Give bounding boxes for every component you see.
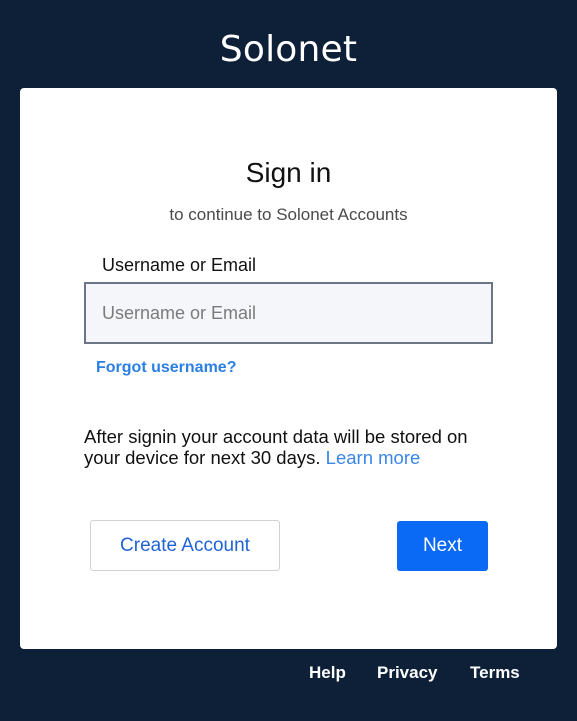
footer-help-link[interactable]: Help <box>309 662 346 684</box>
create-account-button[interactable]: Create Account <box>90 520 280 571</box>
page-subtitle: to continue to Solonet Accounts <box>169 205 408 224</box>
next-button[interactable]: Next <box>397 521 488 571</box>
footer-privacy-link[interactable]: Privacy <box>377 662 438 684</box>
info-text: After signin your account data will be s… <box>84 426 504 468</box>
footer-terms-link[interactable]: Terms <box>470 662 520 684</box>
username-label: Username or Email <box>102 255 257 275</box>
signin-card: Sign in to continue to Solonet Accounts … <box>20 88 557 649</box>
forgot-username-link[interactable]: Forgot username? <box>96 358 236 378</box>
username-input[interactable] <box>84 282 493 344</box>
learn-more-link[interactable]: Learn more <box>326 447 421 468</box>
brand-logo: Solonet <box>219 29 358 70</box>
page-title: Sign in <box>245 157 332 188</box>
footer-links: Help Privacy Terms <box>0 662 577 686</box>
